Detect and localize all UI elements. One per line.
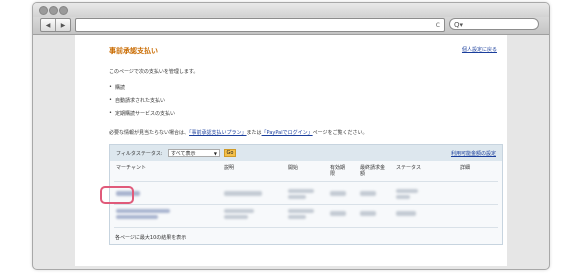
browser-window: ◀ ▶ c Q▾ 事前承認支払い 個人設定に戻る このページで次の支払いを管理し…: [32, 2, 550, 270]
search-icon: Q▾: [454, 21, 464, 29]
highlight-box: [100, 186, 134, 204]
preapproved-plan-link[interactable]: 「事前承認支払いプラン」: [189, 130, 247, 136]
paypal-login-link[interactable]: 「PayPalでログイン」: [262, 130, 313, 136]
page-content: 事前承認支払い 個人設定に戻る このページで次の支払いを管理します。 購読 自動…: [75, 35, 507, 266]
chevron-down-icon: ▼: [213, 151, 217, 156]
help-prefix: 必要な情報が見当たらない場合は、: [109, 130, 190, 136]
manage-amount-link[interactable]: 利用可能金額の設定: [451, 150, 496, 157]
cell-blurred: [396, 189, 418, 193]
cell-blurred: [330, 211, 346, 216]
cell-blurred: [224, 209, 254, 213]
back-to-settings-link[interactable]: 個人設定に戻る: [462, 46, 497, 53]
col-expiry: 有効期 限: [330, 165, 346, 177]
col-merchant: マーチャント: [116, 165, 146, 171]
cell-blurred: [224, 191, 262, 196]
reload-icon[interactable]: c: [436, 19, 440, 31]
filter-label: フィルタステータス:: [116, 151, 163, 157]
bullet-item: 購読: [109, 84, 125, 91]
cell-blurred: [224, 215, 248, 219]
cell-blurred: [360, 211, 376, 216]
col-start: 開始: [288, 165, 299, 171]
close-window-button[interactable]: [39, 6, 48, 15]
cell-blurred: [288, 215, 306, 219]
zoom-window-button[interactable]: [59, 6, 68, 15]
cell-blurred: [288, 189, 314, 193]
col-details: 詳細: [460, 165, 471, 171]
cell-blurred: [360, 191, 376, 196]
bullet-item: 自動請求された支払い: [109, 97, 165, 104]
cell-blurred: [396, 195, 410, 199]
col-status: ステータス: [396, 165, 422, 171]
help-suffix: ページをご覧ください。: [312, 130, 368, 136]
payments-table: フィルタステータス: すべて表示 ▼ Go 利用可能金額の設定 マーチャント 説…: [109, 144, 503, 245]
title-bar: [33, 3, 549, 17]
go-button[interactable]: Go: [224, 149, 236, 157]
row-divider: [114, 204, 498, 205]
page-description: このページで次の支払いを管理します。: [109, 69, 199, 75]
cell-blurred: [288, 209, 314, 213]
bullet-item: 定期購読サービスの支払い: [109, 110, 175, 117]
header-divider: [114, 181, 498, 182]
status-filter-select[interactable]: すべて表示 ▼: [168, 149, 220, 157]
browser-toolbar: ◀ ▶ c Q▾: [33, 17, 549, 35]
col-max-amount: 最終請求金 額: [360, 165, 386, 177]
filter-bar: フィルタステータス: すべて表示 ▼ Go 利用可能金額の設定: [110, 145, 502, 161]
cell-blurred: [288, 195, 306, 199]
address-bar[interactable]: c: [75, 18, 445, 32]
cell-blurred: [396, 211, 416, 216]
search-field[interactable]: Q▾: [449, 18, 539, 30]
help-text: 必要な情報が見当たらない場合は、「事前承認支払いプラン」または「PayPalでロ…: [109, 129, 368, 136]
back-icon[interactable]: ◀: [41, 19, 55, 31]
minimize-window-button[interactable]: [49, 6, 58, 15]
help-middle: または: [246, 130, 262, 136]
filter-value: すべて表示: [171, 151, 196, 157]
col-description: 説明: [224, 165, 235, 171]
row-divider: [114, 227, 498, 228]
page-title: 事前承認支払い: [109, 47, 158, 55]
merchant-name-blurred[interactable]: [116, 215, 158, 219]
results-per-page-note: 各ページに最大10の結果を表示: [115, 235, 187, 241]
cell-blurred: [330, 191, 346, 196]
forward-icon[interactable]: ▶: [55, 19, 70, 31]
nav-buttons: ◀ ▶: [40, 18, 71, 32]
merchant-name-blurred[interactable]: [116, 209, 170, 213]
